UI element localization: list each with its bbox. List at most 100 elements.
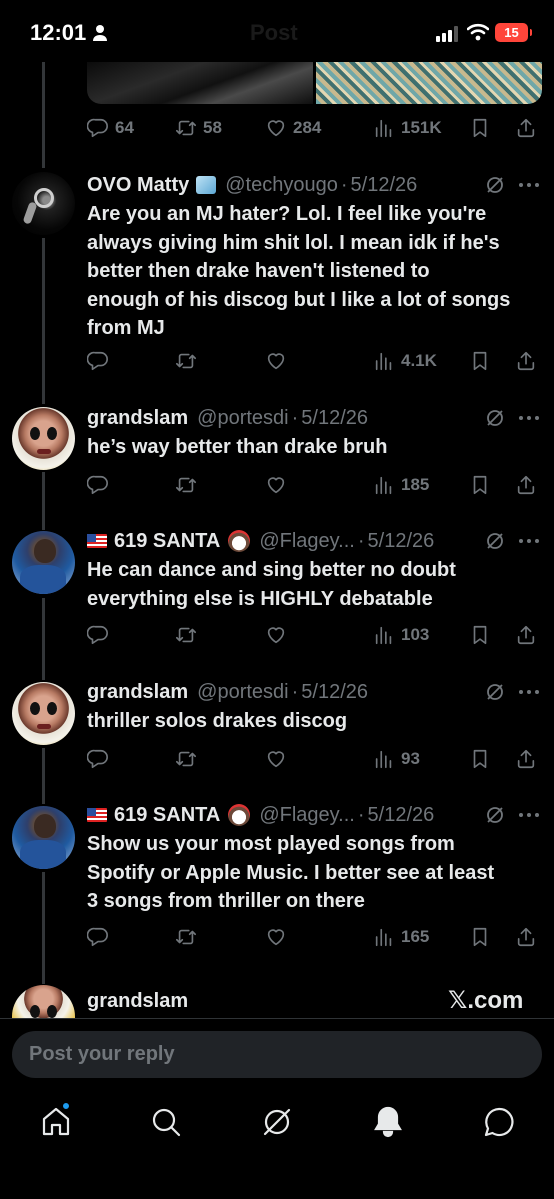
post-header: grandslam @portesdi · 5/12/26 — [87, 679, 368, 705]
share-button[interactable] — [515, 744, 537, 774]
reply-icon — [87, 118, 108, 138]
display-name[interactable]: grandslam — [87, 681, 188, 704]
share-button[interactable] — [515, 346, 537, 376]
post-text-line: Are you an MJ hater? Lol. I feel like yo… — [87, 203, 487, 225]
heart-icon — [267, 929, 285, 946]
tab-notifications[interactable] — [371, 1105, 405, 1139]
bookmark-button[interactable] — [469, 620, 491, 650]
heart-icon — [267, 353, 285, 370]
handle[interactable]: @portesdi — [197, 681, 288, 704]
more-icon[interactable] — [518, 539, 540, 545]
display-name[interactable]: grandslam — [87, 990, 188, 1013]
bookmark-button[interactable] — [469, 744, 491, 774]
avatar[interactable] — [12, 531, 75, 594]
views-icon — [375, 119, 392, 138]
handle[interactable]: @Flagey... — [259, 804, 355, 827]
views-button[interactable]: 103 — [373, 620, 429, 650]
display-name[interactable]: OVO Matty — [87, 174, 189, 197]
grok-icon[interactable] — [485, 531, 505, 551]
media-image[interactable] — [87, 62, 313, 104]
post-actions: 185 — [87, 470, 542, 500]
tab-bar — [0, 1093, 554, 1199]
views-button[interactable]: 4.1K — [373, 346, 437, 376]
messages-icon — [484, 1107, 514, 1137]
reply-button[interactable]: 64 — [87, 113, 134, 143]
santa-emoji — [228, 530, 251, 552]
post-date[interactable]: 5/12/26 — [368, 530, 435, 553]
share-button[interactable] — [515, 620, 537, 650]
more-icon[interactable] — [518, 690, 540, 696]
tab-grok[interactable] — [260, 1105, 294, 1139]
post-date[interactable]: 5/12/26 — [351, 174, 418, 197]
reply-button[interactable] — [87, 744, 109, 774]
bookmark-button[interactable] — [469, 470, 491, 500]
avatar[interactable] — [12, 172, 75, 235]
avatar[interactable] — [12, 682, 75, 745]
reply-icon — [87, 625, 108, 645]
views-button[interactable]: 151K — [373, 113, 442, 143]
share-button[interactable] — [515, 113, 537, 143]
views-button[interactable]: 93 — [373, 744, 420, 774]
share-icon — [517, 118, 535, 138]
handle[interactable]: @Flagey... — [259, 530, 355, 553]
bookmark-icon — [473, 927, 487, 947]
post-date[interactable]: 5/12/26 — [368, 804, 435, 827]
like-button[interactable] — [265, 620, 287, 650]
grok-icon[interactable] — [485, 682, 505, 702]
repost-button[interactable] — [175, 744, 197, 774]
views-button[interactable]: 185 — [373, 470, 429, 500]
like-button[interactable] — [265, 470, 287, 500]
handle[interactable]: @portesdi — [197, 407, 288, 430]
post-media[interactable] — [87, 62, 542, 104]
like-button[interactable] — [265, 744, 287, 774]
more-icon[interactable] — [518, 813, 540, 819]
handle[interactable]: @techyougo — [225, 174, 338, 197]
avatar[interactable] — [12, 407, 75, 470]
bookmark-icon — [473, 118, 487, 138]
more-icon[interactable] — [518, 183, 540, 189]
post-text-line: everything else is HIGHLY debatable — [87, 587, 433, 610]
bookmark-button[interactable] — [469, 113, 491, 143]
avatar[interactable] — [12, 985, 75, 1018]
views-icon — [375, 626, 392, 645]
like-button[interactable]: 284 — [265, 113, 321, 143]
tab-messages[interactable] — [482, 1105, 516, 1139]
display-name[interactable]: grandslam — [87, 407, 188, 430]
reply-button[interactable] — [87, 620, 109, 650]
share-button[interactable] — [515, 470, 537, 500]
post-date[interactable]: 5/12/26 — [301, 681, 368, 704]
like-button[interactable] — [265, 922, 287, 952]
post-text: Are you an MJ hater? Lol. I feel like yo… — [87, 200, 542, 343]
views-icon — [375, 750, 392, 769]
display-name[interactable]: 619 SANTA — [114, 804, 220, 827]
grok-icon[interactable] — [485, 805, 505, 825]
repost-button[interactable]: 58 — [175, 113, 222, 143]
reply-button[interactable] — [87, 922, 109, 952]
repost-button[interactable] — [175, 470, 197, 500]
reply-button[interactable] — [87, 470, 109, 500]
repost-button[interactable] — [175, 346, 197, 376]
display-name[interactable]: 619 SANTA — [114, 530, 220, 553]
bookmark-button[interactable] — [469, 922, 491, 952]
views-button[interactable]: 165 — [373, 922, 429, 952]
bookmark-button[interactable] — [469, 346, 491, 376]
share-button[interactable] — [515, 922, 537, 952]
reply-input[interactable] — [12, 1031, 542, 1078]
tab-search[interactable] — [149, 1105, 183, 1139]
heart-icon — [267, 477, 285, 494]
reply-icon — [87, 475, 108, 495]
more-icon[interactable] — [518, 416, 540, 422]
avatar[interactable] — [12, 806, 75, 869]
repost-button[interactable] — [175, 620, 197, 650]
reply-button[interactable] — [87, 346, 109, 376]
thread-line — [42, 62, 45, 168]
grok-icon[interactable] — [485, 408, 505, 428]
media-image[interactable] — [316, 62, 542, 104]
post-text: he’s way better than drake bruh — [87, 433, 542, 462]
repost-button[interactable] — [175, 922, 197, 952]
status-bar: 12:01 Post 15 — [0, 0, 554, 62]
post-date[interactable]: 5/12/26 — [301, 407, 368, 430]
post-text-line: thriller solos drakes discog — [87, 710, 348, 732]
like-button[interactable] — [265, 346, 287, 376]
grok-icon[interactable] — [485, 175, 505, 195]
